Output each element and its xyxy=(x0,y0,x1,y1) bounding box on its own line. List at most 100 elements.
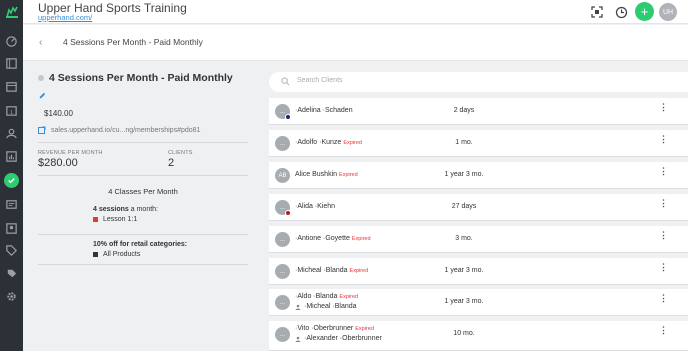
membership-details: 4 Sessions Per Month - Paid Monthly $140… xyxy=(38,72,248,265)
client-name[interactable]: Alice Bushkin xyxy=(295,171,337,178)
client-avatar: AB xyxy=(275,168,290,183)
session-benefit: 4 sessions a month: Lesson 1:1 xyxy=(93,206,248,223)
client-name[interactable]: ·Vito ·Oberbrunner xyxy=(295,325,353,332)
client-row[interactable]: ... ·Antione ·Goyette Expired 3 mo. ⋮ xyxy=(269,226,688,253)
search-placeholder: Search Clients xyxy=(297,77,343,84)
calendar-icon[interactable] xyxy=(4,79,19,94)
benefit-bold: 4 sessions xyxy=(93,206,129,213)
client-name[interactable]: ·Adelina ·Schaden xyxy=(295,107,353,114)
client-name[interactable]: ·Antione ·Goyette xyxy=(295,235,350,242)
managed-client-name[interactable]: ·Micheal ·Blanda xyxy=(304,303,357,310)
avatar-initials: ... xyxy=(279,331,285,338)
divider xyxy=(38,234,248,235)
benefit-item: Lesson 1:1 xyxy=(103,216,138,223)
client-name[interactable]: ·Micheal ·Blanda xyxy=(295,267,348,274)
clients-value: 2 xyxy=(168,157,175,169)
dashboard-icon[interactable] xyxy=(4,34,19,49)
managed-client-name[interactable]: ·Alexander ·Oberbrunner xyxy=(304,335,382,342)
client-row[interactable]: ... ·Alida ·Kiehn 27 days ⋮ xyxy=(269,194,688,221)
page-title: 4 Sessions Per Month - Paid Monthly xyxy=(63,37,203,47)
client-row[interactable]: ... ·Aldo ·Blanda Expired ·Micheal ·Bland… xyxy=(269,289,688,316)
qr-scan-icon[interactable] xyxy=(588,3,606,21)
reports-icon[interactable] xyxy=(4,149,19,164)
row-menu-button[interactable]: ⋮ xyxy=(659,135,668,144)
managed-by-icon xyxy=(295,304,301,310)
client-row[interactable]: ... ·Micheal ·Blanda Expired 1 year 3 mo.… xyxy=(269,258,688,285)
row-menu-button[interactable]: ⋮ xyxy=(659,263,668,272)
client-row[interactable]: ... ·Vito ·Oberbrunner Expired ·Alexander… xyxy=(269,321,688,351)
category-swatch xyxy=(93,252,98,257)
user-avatar[interactable]: UH xyxy=(659,3,677,21)
expired-label: Expired xyxy=(349,268,369,274)
client-name-line: ·Micheal ·Blanda Expired xyxy=(295,267,368,274)
revenue-value: $280.00 xyxy=(38,157,78,169)
status-badge xyxy=(285,210,291,216)
expired-label: Expired xyxy=(351,236,371,242)
membership-duration: 1 year 3 mo. xyxy=(444,267,484,274)
app-logo[interactable] xyxy=(0,0,23,24)
membership-duration: 2 days xyxy=(453,107,475,114)
svg-text:1: 1 xyxy=(10,110,13,116)
clients-icon[interactable] xyxy=(4,126,19,141)
event-icon[interactable]: 1 xyxy=(4,103,19,118)
status-dot xyxy=(38,75,44,81)
status-badge xyxy=(285,114,291,120)
client-name[interactable]: ·Adolfo ·Kunze xyxy=(295,139,341,146)
client-row[interactable]: AB Alice Bushkin Expired 1 year 3 mo. ⋮ xyxy=(269,162,688,189)
retail-icon[interactable] xyxy=(4,266,19,281)
client-avatar: ... xyxy=(275,295,290,310)
avatar-initials: ... xyxy=(279,299,285,306)
staff-icon[interactable] xyxy=(4,221,19,236)
avatar-initials: AB xyxy=(278,172,287,179)
client-avatar: ... xyxy=(275,104,291,120)
expired-label: Expired xyxy=(339,294,359,300)
row-menu-button[interactable]: ⋮ xyxy=(659,294,668,303)
add-button[interactable]: + xyxy=(635,2,654,21)
client-name[interactable]: ·Alida ·Kiehn xyxy=(295,203,335,210)
client-avatar: ... xyxy=(275,264,290,279)
client-avatar: ... xyxy=(275,136,290,151)
tag-icon[interactable] xyxy=(4,243,19,258)
event-color-swatch xyxy=(93,217,98,222)
membership-title: 4 Sessions Per Month - Paid Monthly xyxy=(49,72,233,84)
row-menu-button[interactable]: ⋮ xyxy=(659,199,668,208)
book-icon[interactable] xyxy=(4,56,19,71)
client-avatar: ... xyxy=(275,232,290,247)
benefit-title: 10% off for retail categories: xyxy=(93,241,188,248)
clients-label: CLIENTS xyxy=(168,150,193,156)
back-button[interactable]: ‹ xyxy=(39,37,42,48)
avatar-initials: ... xyxy=(279,268,285,275)
row-menu-button[interactable]: ⋮ xyxy=(659,103,668,112)
settings-gear-icon[interactable] xyxy=(4,289,19,304)
membership-duration: 1 year 3 mo. xyxy=(444,171,484,178)
avatar-initials: ... xyxy=(279,108,285,115)
avatar-initials: ... xyxy=(279,204,285,211)
search-clients-input[interactable]: Search Clients xyxy=(269,72,688,92)
client-name-line: ·Adolfo ·Kunze Expired xyxy=(295,139,362,146)
row-menu-button[interactable]: ⋮ xyxy=(659,167,668,176)
credit-pass-icon[interactable] xyxy=(4,197,19,212)
avatar-initials: ... xyxy=(279,236,285,243)
client-name[interactable]: ·Aldo ·Blanda xyxy=(295,293,337,300)
row-menu-button[interactable]: ⋮ xyxy=(659,326,668,335)
client-row[interactable]: ... ·Adelina ·Schaden 2 days ⋮ xyxy=(269,98,688,125)
divider xyxy=(38,264,248,265)
clock-icon[interactable] xyxy=(612,3,630,21)
membership-duration: 10 mo. xyxy=(453,330,475,337)
benefit-text: a month: xyxy=(128,206,158,213)
client-name-line: ·Antione ·Goyette Expired xyxy=(295,235,371,242)
client-avatar: ... xyxy=(275,200,291,216)
row-menu-button[interactable]: ⋮ xyxy=(659,231,668,240)
membership-price: $140.00 xyxy=(44,109,73,118)
page-header: ‹ 4 Sessions Per Month - Paid Monthly xyxy=(23,25,688,61)
client-name-line: ·Alida ·Kiehn xyxy=(295,203,335,210)
app-url-link[interactable]: upperhand.com/ xyxy=(38,13,92,22)
search-icon xyxy=(281,77,290,86)
memberships-icon[interactable] xyxy=(4,173,19,188)
top-bar: Upper Hand Sports Training upperhand.com… xyxy=(23,0,688,24)
client-name-line: ·Aldo ·Blanda Expired xyxy=(295,293,358,300)
client-row[interactable]: ... ·Adolfo ·Kunze Expired 1 mo. ⋮ xyxy=(269,130,688,157)
membership-link[interactable]: sales.upperhand.io/cu...ng/memberships#p… xyxy=(51,127,200,134)
nav-rail: 1 xyxy=(0,0,23,351)
edit-pencil-icon[interactable] xyxy=(38,91,47,100)
